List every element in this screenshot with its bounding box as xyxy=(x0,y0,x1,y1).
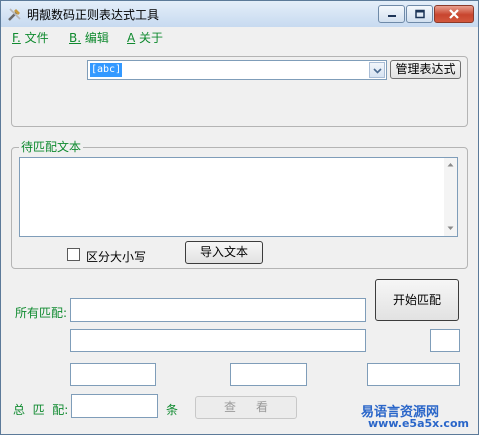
window-title: 明靓数码正则表达式工具 xyxy=(27,8,160,22)
menu-bar: F. 文件 B. 编辑 A 关于 xyxy=(1,27,478,47)
total-matches-field[interactable] xyxy=(71,394,158,418)
import-text-button[interactable]: 导入文本 xyxy=(185,241,263,264)
menu-about[interactable]: A 关于 xyxy=(127,29,163,46)
match-length-field[interactable] xyxy=(230,363,307,386)
case-sensitive-label: 区分大小写 xyxy=(86,250,147,264)
menu-edit-label: 编辑 xyxy=(84,31,109,45)
case-sensitive-checkbox[interactable] xyxy=(67,248,80,261)
maximize-icon xyxy=(414,9,425,19)
all-matches-label: 所有匹配: xyxy=(15,306,68,320)
watermark-url: www.e5a5x.com xyxy=(368,417,469,430)
chevron-down-icon xyxy=(373,68,382,74)
scroll-down-icon xyxy=(447,226,454,230)
maximize-button[interactable] xyxy=(406,5,433,23)
menu-file-label: 文件 xyxy=(24,31,49,45)
tools-icon xyxy=(8,8,21,21)
menu-edit[interactable]: B. 编辑 xyxy=(69,29,109,46)
manage-expressions-button[interactable]: 管理表达式 xyxy=(390,60,461,79)
view-button[interactable]: 查看 xyxy=(195,396,297,419)
match-detail-field[interactable] xyxy=(70,329,366,352)
count-unit-label: 条 xyxy=(166,403,179,417)
title-bar[interactable]: 明靓数码正则表达式工具 xyxy=(1,1,478,27)
dropdown-button[interactable] xyxy=(369,62,385,78)
match-end-field[interactable] xyxy=(367,363,460,386)
regex-select[interactable]: [abc] xyxy=(87,60,387,80)
match-start-field[interactable] xyxy=(70,363,156,386)
close-icon xyxy=(449,9,459,19)
minimize-icon xyxy=(387,15,396,17)
scroll-up-icon xyxy=(447,163,454,167)
menu-file-key: F. xyxy=(12,31,21,45)
vertical-scrollbar[interactable] xyxy=(444,158,457,236)
menu-about-key: A xyxy=(127,31,136,45)
minimize-button[interactable] xyxy=(378,5,405,23)
menu-file[interactable]: F. 文件 xyxy=(12,29,49,46)
close-button[interactable] xyxy=(434,5,474,23)
total-matches-label: 总 匹 配: xyxy=(13,403,69,417)
all-matches-field[interactable] xyxy=(70,298,366,322)
start-match-button[interactable]: 开始匹配 xyxy=(375,279,459,321)
text-input[interactable] xyxy=(19,157,458,237)
regex-select-value: [abc] xyxy=(90,63,123,77)
menu-edit-key: B. xyxy=(69,31,82,45)
menu-about-label: 关于 xyxy=(139,31,164,45)
text-group-legend: 待匹配文本 xyxy=(19,140,84,154)
app-window: 明靓数码正则表达式工具 F. 文件 B. 编辑 A 关于 [abc] 管理表达式… xyxy=(0,0,479,435)
match-index-field[interactable] xyxy=(430,329,460,352)
